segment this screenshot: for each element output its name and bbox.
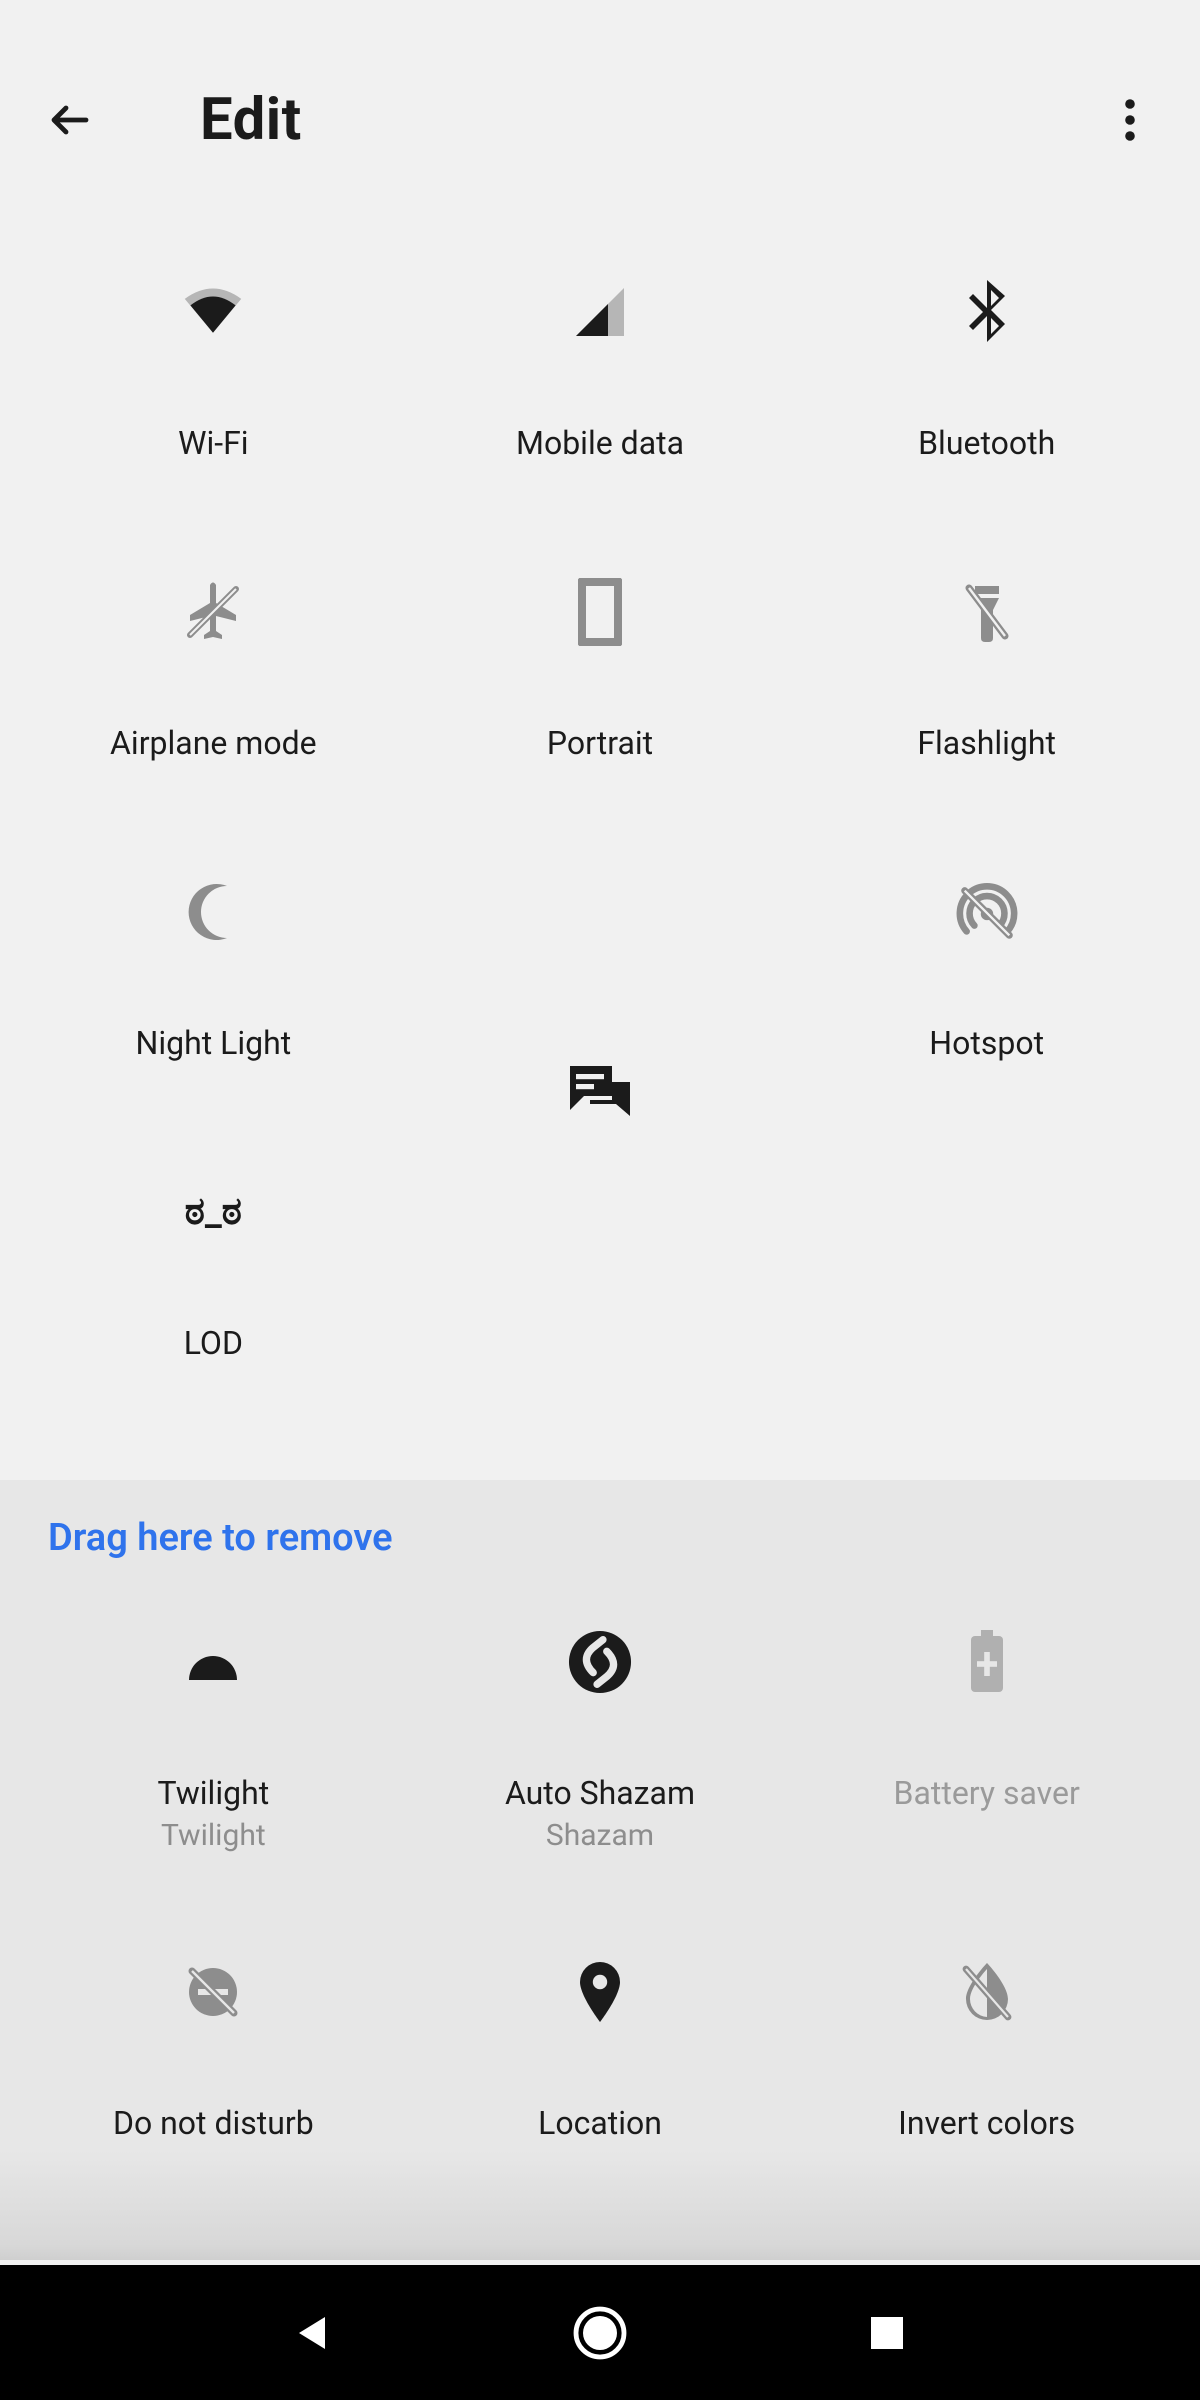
airplane-off-icon	[181, 580, 245, 644]
removed-tiles-grid: Twilight Twilight Auto Shazam Shazam	[0, 1570, 1200, 2220]
portrait-icon	[568, 580, 632, 644]
active-tiles-grid: Wi-Fi Mobile data Bluetooth	[0, 240, 1200, 1480]
tile-label: Flashlight	[917, 724, 1056, 762]
nav-recents-button[interactable]	[857, 2303, 917, 2363]
back-button[interactable]	[40, 90, 100, 150]
tile-chat-dragging[interactable]	[564, 1060, 636, 1132]
remove-zone[interactable]: Drag here to remove Twilight Twilight	[0, 1480, 1200, 2260]
bluetooth-icon	[955, 280, 1019, 344]
tile-label: Night Light	[135, 1024, 291, 1062]
tile-label: Location	[538, 2104, 662, 2142]
wifi-icon	[181, 280, 245, 344]
tile-bluetooth[interactable]: Bluetooth	[793, 240, 1180, 540]
tile-do-not-disturb[interactable]: Do not disturb	[20, 1920, 407, 2180]
tile-label: Invert colors	[898, 2104, 1075, 2142]
tile-label: Do not disturb	[113, 2104, 314, 2142]
flashlight-off-icon	[955, 580, 1019, 644]
arrow-left-icon	[46, 96, 94, 144]
cellular-icon	[568, 280, 632, 344]
remove-hint: Drag here to remove	[0, 1516, 1200, 1570]
invert-colors-off-icon	[955, 1960, 1019, 2024]
tile-label: Mobile data	[516, 424, 684, 462]
battery-plus-icon	[955, 1630, 1019, 1694]
tile-label: Auto Shazam	[505, 1774, 695, 1812]
tile-label: Bluetooth	[918, 424, 1055, 462]
hotspot-off-icon	[955, 880, 1019, 944]
tile-label: Wi-Fi	[178, 424, 248, 462]
tile-sublabel: Shazam	[546, 1818, 654, 1853]
tile-night-light[interactable]: Night Light	[20, 840, 407, 1140]
tile-label: Portrait	[547, 724, 653, 762]
tile-location[interactable]: Location	[407, 1920, 794, 2180]
tile-hotspot[interactable]: Hotspot	[793, 840, 1180, 1140]
tile-airplane-mode[interactable]: Airplane mode	[20, 540, 407, 840]
system-nav-bar	[0, 2265, 1200, 2400]
moon-icon	[181, 880, 245, 944]
location-pin-icon	[568, 1960, 632, 2024]
shazam-icon	[568, 1630, 632, 1694]
lod-face-icon: ಠ_ಠ	[181, 1180, 245, 1244]
tile-label: Hotspot	[929, 1024, 1044, 1062]
tile-battery-saver[interactable]: Battery saver	[793, 1590, 1180, 1920]
tile-lod[interactable]: ಠ_ಠ LOD	[20, 1140, 407, 1440]
tile-label: LOD	[184, 1324, 243, 1362]
tile-auto-shazam[interactable]: Auto Shazam Shazam	[407, 1590, 794, 1920]
tile-label: Airplane mode	[110, 724, 317, 762]
more-vert-icon	[1124, 96, 1136, 144]
nav-home-button[interactable]	[570, 2303, 630, 2363]
app-bar: Edit	[0, 0, 1200, 240]
tile-flashlight[interactable]: Flashlight	[793, 540, 1180, 840]
nav-back-button[interactable]	[283, 2303, 343, 2363]
twilight-icon	[181, 1630, 245, 1694]
chat-icon	[564, 1060, 636, 1132]
tile-invert-colors[interactable]: Invert colors	[793, 1920, 1180, 2180]
tile-label: Twilight	[158, 1774, 270, 1812]
tile-portrait[interactable]: Portrait	[407, 540, 794, 840]
tile-sublabel: Twilight	[161, 1818, 266, 1853]
dnd-off-icon	[181, 1960, 245, 2024]
tile-wifi[interactable]: Wi-Fi	[20, 240, 407, 540]
tile-twilight[interactable]: Twilight Twilight	[20, 1590, 407, 1920]
page-title: Edit	[200, 86, 302, 154]
tile-label: Battery saver	[894, 1774, 1080, 1812]
more-button[interactable]	[1100, 90, 1160, 150]
tile-mobile-data[interactable]: Mobile data	[407, 240, 794, 540]
square-recents-icon	[869, 2315, 905, 2351]
triangle-back-icon	[293, 2313, 333, 2353]
circle-home-icon	[572, 2305, 628, 2361]
